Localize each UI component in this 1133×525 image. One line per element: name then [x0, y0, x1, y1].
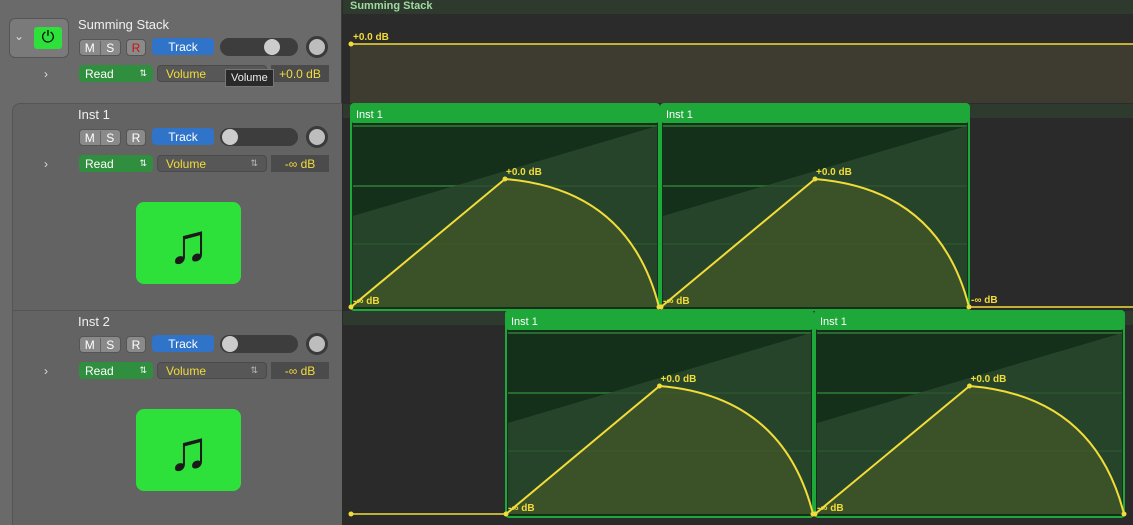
- peak-label: +0.0 dB: [661, 374, 697, 385]
- region-name: Inst 1: [820, 316, 847, 328]
- automation-point: [348, 511, 354, 517]
- peak-label: +0.0 dB: [506, 167, 542, 178]
- peak-label: +0.0 dB: [971, 374, 1007, 385]
- floor-label: -∞ dB: [663, 296, 690, 307]
- region-header: [506, 311, 813, 330]
- tail-label: -∞ dB: [971, 295, 998, 306]
- peak-label: +0.0 dB: [816, 167, 852, 178]
- region-header: [815, 311, 1124, 330]
- region-header: [661, 104, 969, 123]
- floor-label: -∞ dB: [508, 503, 535, 514]
- floor-label: -∞ dB: [817, 503, 844, 514]
- region-name: Inst 1: [666, 109, 693, 121]
- region-header: [351, 104, 659, 123]
- stack-level-label: +0.0 dB: [353, 32, 389, 43]
- floor-label: -∞ dB: [353, 296, 380, 307]
- arrange-area[interactable]: +0.0 dB Inst 1 +0.0 dB -∞ dB Inst 1 +0.0 dB -∞…: [0, 0, 1133, 525]
- automation-point: [1121, 511, 1127, 517]
- region-name: Inst 1: [511, 316, 538, 328]
- stack-automation-fill: [350, 44, 1133, 103]
- region-name: Inst 1: [356, 109, 383, 121]
